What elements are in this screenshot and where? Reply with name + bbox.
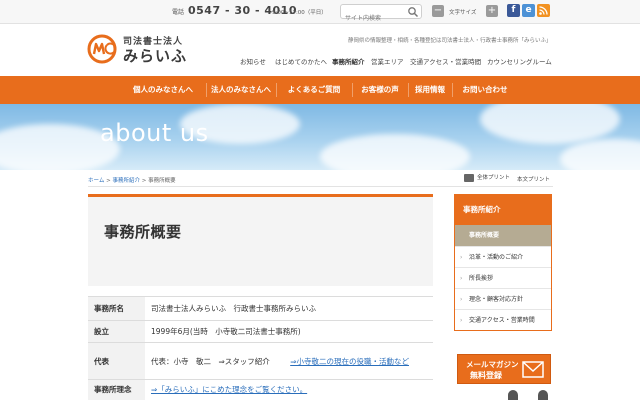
nav-individuals[interactable]: 個人のみなさんへ: [120, 76, 206, 104]
printer-icon: [464, 173, 474, 182]
subnav-first-time[interactable]: はじめてのかたへ: [275, 56, 327, 66]
hatena-bookmark-icon[interactable]: e: [522, 4, 535, 17]
nav-recruit[interactable]: 採用情報: [408, 76, 452, 104]
page-title: 事務所概要: [104, 223, 182, 241]
row-value: 代表：小寺 敬二 ⇒スタッフ紹介: [151, 356, 270, 366]
utility-bar: 電話 0547 - 30 - 4010 9:00~17:00（平日） − 文字サ…: [0, 0, 640, 25]
table-row: 代表 代表：小寺 敬二 ⇒スタッフ紹介 ⇒小寺敬二の現在の役職・活動など: [88, 342, 433, 380]
print-body-button[interactable]: 本文プリント: [517, 175, 550, 185]
cloud-decoration: [560, 139, 640, 170]
sidebar-item-access[interactable]: › 交通アクセス・営業時間: [455, 309, 551, 330]
rss-glyph: [539, 6, 548, 15]
sidebar-item-overview[interactable]: 事務所概要: [455, 225, 551, 246]
sidebar-item-greeting[interactable]: › 所長挨拶: [455, 267, 551, 288]
representative-activities-link[interactable]: ⇒小寺敬二の現在の役職・活動など: [290, 357, 409, 366]
print-all-button[interactable]: 全体プリント: [464, 173, 510, 183]
font-size-decrease-button[interactable]: −: [432, 5, 444, 17]
breadcrumb-parent[interactable]: 事務所紹介: [112, 178, 140, 184]
row-value: 1999年6月(当時 小寺敬二司法書士事務所): [145, 320, 433, 343]
table-row: 事務所名 司法書士法人みらいふ 行政書士事務所みらいふ: [88, 296, 433, 321]
divider: [88, 186, 553, 187]
main-navigation: 個人のみなさんへ 法人のみなさんへ よくあるご質問 お客様の声 採用情報 お問い…: [0, 76, 640, 104]
logo-mark-icon: [87, 34, 117, 64]
sidebar-item-label: 所長挨拶: [469, 275, 494, 282]
envelope-icon: [522, 361, 544, 378]
subnav-news[interactable]: お知らせ: [240, 56, 266, 66]
row-value: 司法書士法人みらいふ 行政書士事務所みらいふ: [145, 296, 433, 321]
row-value-cell: ⇒「みらいふ」にこめた理念をご覧ください。: [145, 379, 433, 400]
chevron-right-icon: ›: [460, 275, 463, 282]
search-icon[interactable]: [407, 6, 419, 18]
newsletter-subtitle: 無料登録: [470, 371, 502, 380]
print-all-label: 全体プリント: [477, 175, 511, 181]
cloud-decoration: [480, 104, 620, 144]
search-input[interactable]: [341, 12, 405, 25]
subnav-access[interactable]: 交通アクセス・営業時間: [410, 56, 481, 66]
hero-title: about us: [100, 119, 209, 147]
office-info-table: 事務所名 司法書士法人みらいふ 行政書士事務所みらいふ 設立 1999年6月(当…: [88, 296, 433, 400]
cloud-decoration: [320, 134, 470, 170]
site-search: [340, 4, 422, 25]
logo-title: みらいふ: [123, 47, 188, 65]
nav-contact[interactable]: お問い合わせ: [452, 76, 518, 104]
chevron-right-icon: ›: [460, 254, 463, 261]
page-title-box: 事務所概要: [88, 194, 433, 286]
table-row: 設立 1999年6月(当時 小寺敬二司法書士事務所): [88, 320, 433, 343]
sidebar-item-label: 交通アクセス・営業時間: [469, 317, 535, 324]
facebook-icon[interactable]: f: [507, 4, 520, 17]
subnav-office[interactable]: 事務所紹介: [332, 56, 365, 66]
subnav-counseling[interactable]: カウンセリングルーム: [487, 56, 552, 66]
sidebar-menu: 事務所紹介 事務所概要 › 沿革・活動のご紹介 › 所長挨拶 › 理念・顧客対応…: [454, 194, 552, 331]
site-logo[interactable]: 司法書士法人 みらいふ: [87, 32, 207, 66]
newsletter-banner[interactable]: メールマガジン 無料登録: [457, 354, 551, 384]
breadcrumb: ホーム > 事務所紹介 > 事務所概要: [88, 176, 176, 184]
sidebar-item-label: 事務所概要: [469, 232, 500, 239]
font-size-label: 文字サイズ: [449, 10, 477, 16]
row-value-cell: 代表：小寺 敬二 ⇒スタッフ紹介 ⇒小寺敬二の現在の役職・活動など: [145, 342, 433, 380]
chevron-right-icon: ›: [460, 317, 463, 324]
staff-photo-peek: [508, 390, 518, 400]
philosophy-link[interactable]: ⇒「みらいふ」にこめた理念をご覧ください。: [151, 385, 307, 394]
nav-faq[interactable]: よくあるご質問: [276, 76, 352, 104]
staff-photo-peek: [538, 390, 548, 400]
nav-corporations[interactable]: 法人のみなさんへ: [206, 76, 276, 104]
chevron-right-icon: ›: [460, 296, 463, 303]
newsletter-title: メールマガジン: [466, 360, 519, 369]
table-row: 事務所理念 ⇒「みらいふ」にこめた理念をご覧ください。: [88, 379, 433, 400]
business-hours: 9:00~17:00（平日）: [272, 10, 327, 16]
font-size-increase-button[interactable]: +: [486, 5, 498, 17]
rss-icon[interactable]: [537, 4, 550, 17]
sidebar-item-history[interactable]: › 沿革・活動のご紹介: [455, 246, 551, 267]
breadcrumb-separator: >: [141, 178, 147, 184]
row-label: 事務所名: [88, 296, 145, 321]
sidebar-item-policy[interactable]: › 理念・顧客対応方針: [455, 288, 551, 309]
breadcrumb-home[interactable]: ホーム: [88, 178, 104, 184]
hero-banner: about us: [0, 104, 640, 170]
site-tagline: 静岡県の情報整理・相続・各種登記は司法書士法人・行政書士事務所「みらいふ」: [348, 38, 552, 44]
sidebar-heading[interactable]: 事務所紹介: [455, 195, 551, 225]
subnav-area[interactable]: 営業エリア: [371, 56, 404, 66]
breadcrumb-current: 事務所概要: [148, 178, 176, 184]
nav-testimonials[interactable]: お客様の声: [352, 76, 408, 104]
row-label: 設立: [88, 320, 145, 343]
sidebar-item-label: 沿革・活動のご紹介: [469, 254, 524, 261]
row-label: 事務所理念: [88, 379, 145, 400]
tel-label: 電話: [172, 9, 185, 16]
row-label: 代表: [88, 342, 145, 380]
sidebar-item-label: 理念・顧客対応方針: [469, 296, 524, 303]
breadcrumb-separator: >: [106, 178, 111, 184]
